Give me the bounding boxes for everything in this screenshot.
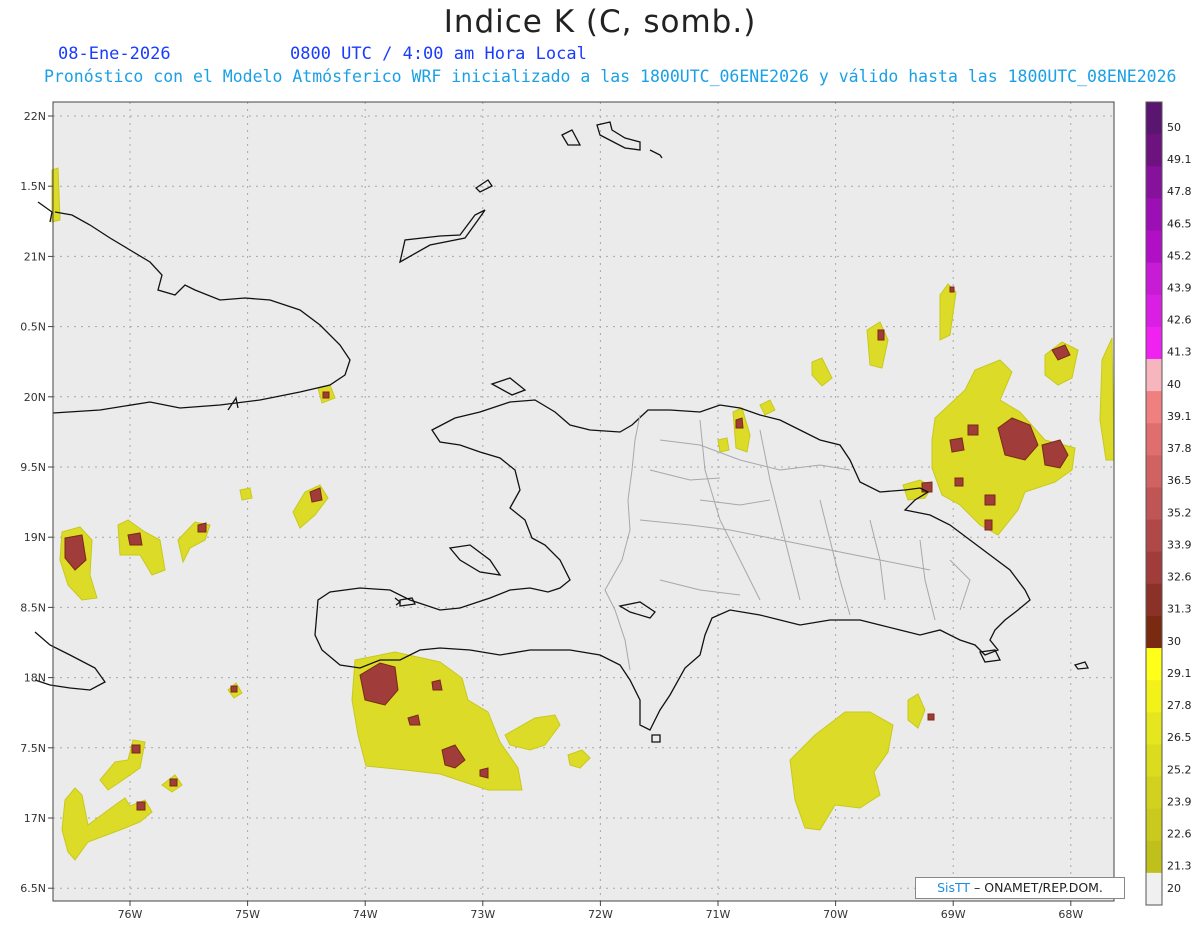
colorbar-segment — [1146, 519, 1162, 553]
colorbar-label: 40 — [1167, 378, 1181, 391]
latitude-tick-label: 21N — [24, 250, 46, 263]
latitude-tick-label: 8.5N — [20, 601, 46, 614]
colorbar-label: 33.9 — [1167, 538, 1192, 551]
colorbar-label: 27.8 — [1167, 699, 1192, 712]
k-index-shading-low — [51, 167, 1115, 861]
colorbar-segment — [1146, 712, 1162, 745]
colorbar-segment — [1146, 166, 1162, 199]
credit-text: – ONAMET/REP.DOM. — [974, 880, 1103, 895]
colorbar-segment — [1146, 872, 1162, 906]
colorbar-label: 50 — [1167, 121, 1181, 134]
province-borders — [604, 414, 971, 671]
longitude-tick-label: 74W — [353, 908, 378, 921]
colorbar-label: 21.3 — [1167, 860, 1192, 873]
colorbar-label: 43.9 — [1167, 282, 1192, 295]
colorbar-label: 49.1 — [1167, 153, 1192, 166]
colorbar-segment — [1146, 198, 1162, 231]
colorbar-segment — [1146, 680, 1162, 713]
coastlines — [34, 121, 1090, 743]
colorbar-segment — [1146, 455, 1162, 488]
colorbar-segment — [1146, 776, 1162, 810]
latitude-tick-label: 17N — [24, 812, 46, 825]
colorbar-segment — [1146, 262, 1162, 296]
longitude-tick-label: 70W — [823, 908, 848, 921]
colorbar-segment — [1146, 615, 1162, 649]
colorbar-segment — [1146, 551, 1162, 585]
latitude-tick-label: 19N — [24, 531, 46, 544]
latitude-tick-label: 20N — [24, 391, 46, 404]
latitude-tick-label: 22N — [24, 110, 46, 123]
longitude-tick-label: 72W — [588, 908, 613, 921]
latitude-tick-label: 18N — [24, 672, 46, 685]
credit-brand: SisTT — [937, 880, 971, 895]
colorbar-segment — [1146, 230, 1162, 264]
longitude-tick-label: 76W — [118, 908, 143, 921]
colorbar-segment — [1146, 326, 1162, 360]
colorbar-label: 20 — [1167, 882, 1181, 895]
colorbar: 50 49.1 47.8 46.5 45.2 43.9 42.6 41.3 40 39.1 37.8… — [1145, 101, 1192, 906]
latitude-labels: 22N 1.5N 21N 0.5N 20N 9.5N 19N 8.5N 18N 7.5N 17N 6.… — [20, 110, 53, 895]
colorbar-label: 35.2 — [1167, 506, 1192, 519]
colorbar-label: 29.1 — [1167, 667, 1192, 680]
colorbar-label: 25.2 — [1167, 763, 1192, 776]
colorbar-segment — [1146, 840, 1162, 874]
latitude-tick-label: 1.5N — [20, 180, 46, 193]
colorbar-segment — [1146, 294, 1162, 328]
colorbar-label: 22.6 — [1167, 828, 1192, 841]
colorbar-segment — [1146, 134, 1162, 167]
latitude-tick-label: 0.5N — [20, 321, 46, 334]
colorbar-label: 41.3 — [1167, 346, 1192, 359]
colorbar-label: 30 — [1167, 635, 1181, 648]
longitude-tick-label: 68W — [1058, 908, 1083, 921]
credit-box: SisTT – ONAMET/REP.DOM. — [915, 877, 1125, 899]
colorbar-label: 32.6 — [1167, 571, 1192, 584]
colorbar-label: 26.5 — [1167, 731, 1192, 744]
colorbar-segment — [1146, 423, 1162, 456]
latitude-tick-label: 6.5N — [20, 882, 46, 895]
colorbar-segment — [1146, 487, 1162, 521]
longitude-tick-label: 69W — [941, 908, 966, 921]
colorbar-label: 31.3 — [1167, 603, 1192, 616]
map-figure: 22N 1.5N 21N 0.5N 20N 9.5N 19N 8.5N 18N 7.5N 17N 6.… — [20, 101, 1192, 921]
colorbar-label: 37.8 — [1167, 442, 1192, 455]
latitude-tick-label: 9.5N — [20, 461, 46, 474]
colorbar-label: 42.6 — [1167, 314, 1192, 327]
longitude-tick-label: 75W — [235, 908, 260, 921]
longitude-tick-label: 73W — [470, 908, 495, 921]
latitude-tick-label: 7.5N — [20, 742, 46, 755]
colorbar-label: 36.5 — [1167, 474, 1192, 487]
colorbar-label: 39.1 — [1167, 410, 1192, 423]
colorbar-label: 45.2 — [1167, 249, 1192, 262]
longitude-tick-label: 71W — [706, 908, 731, 921]
colorbar-label: 47.8 — [1167, 185, 1192, 198]
colorbar-segment — [1146, 102, 1162, 135]
longitude-labels: 76W 75W 74W 73W 72W 71W 70W 69W 68W — [118, 901, 1083, 921]
colorbar-segment — [1146, 358, 1162, 392]
colorbar-segment — [1146, 648, 1162, 681]
k-index-shading-high — [64, 286, 1071, 811]
colorbar-segment — [1146, 391, 1162, 424]
colorbar-segment — [1146, 744, 1162, 778]
colorbar-segment — [1146, 808, 1162, 842]
colorbar-label: 23.9 — [1167, 795, 1192, 808]
colorbar-segment — [1146, 583, 1162, 617]
colorbar-label: 46.5 — [1167, 217, 1192, 230]
